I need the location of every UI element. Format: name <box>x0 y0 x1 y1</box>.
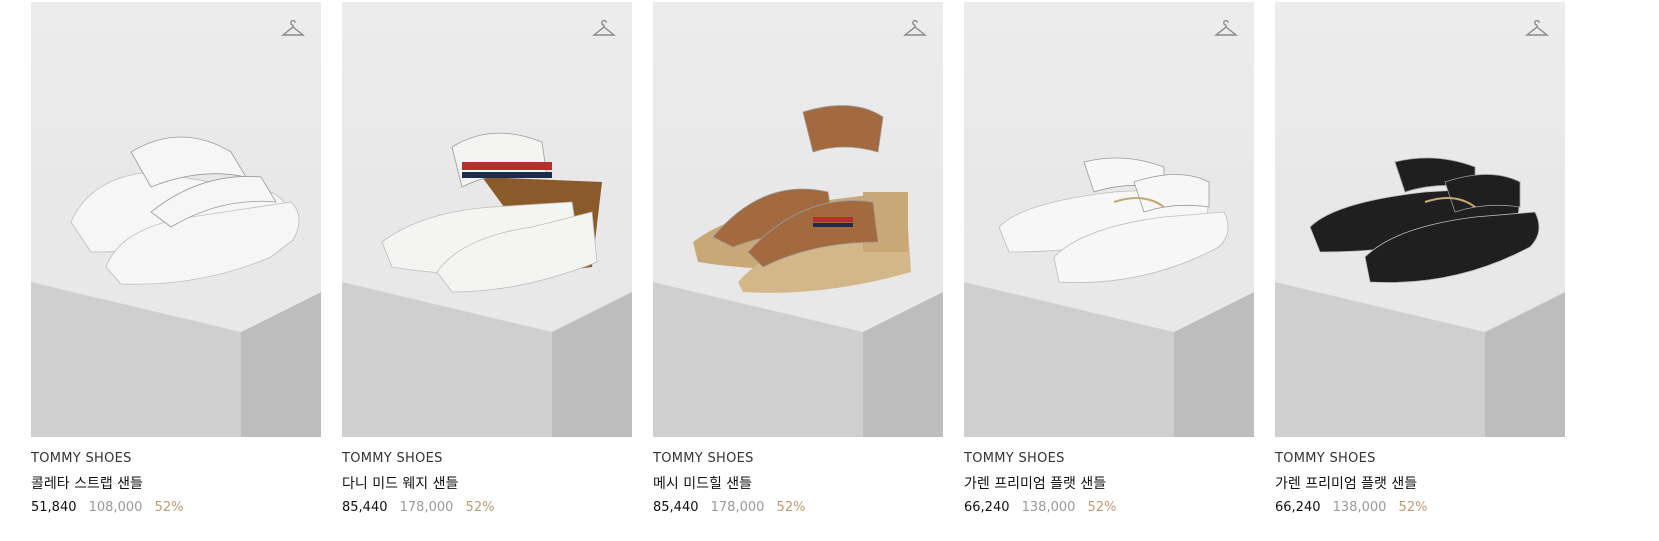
discount-rate: 52% <box>1087 500 1117 515</box>
shoe-illustration <box>70 136 300 285</box>
hanger-icon[interactable] <box>281 18 305 42</box>
discount-rate: 52% <box>1398 500 1428 515</box>
original-price: 138,000 <box>1021 500 1076 515</box>
product-name[interactable]: 콜레타 스트랩 샌들 <box>31 473 321 493</box>
product-card[interactable]: TOMMY SHOES 가렌 프리미엄 플랫 샌들 66,240 138,000… <box>1275 2 1565 515</box>
discount-rate: 52% <box>154 500 184 515</box>
hanger-icon[interactable] <box>1525 18 1549 42</box>
price-row: 85,440 178,000 52% <box>342 500 632 515</box>
price-row: 85,440 178,000 52% <box>653 500 943 515</box>
product-brand[interactable]: TOMMY SHOES <box>653 451 943 466</box>
product-image[interactable] <box>1275 2 1565 437</box>
hanger-icon[interactable] <box>592 18 616 42</box>
product-grid: TOMMY SHOES 콜레타 스트랩 샌들 51,840 108,000 52… <box>31 2 1565 515</box>
product-image[interactable] <box>342 2 632 437</box>
sale-price: 66,240 <box>964 500 1010 515</box>
sale-price: 66,240 <box>1275 500 1321 515</box>
hanger-icon[interactable] <box>1214 18 1238 42</box>
product-name[interactable]: 메시 미드힐 샌들 <box>653 473 943 493</box>
price-row: 51,840 108,000 52% <box>31 500 321 515</box>
product-name[interactable]: 가렌 프리미엄 플랫 샌들 <box>964 473 1254 493</box>
shoe-illustration <box>1309 157 1540 283</box>
discount-rate: 52% <box>465 500 495 515</box>
product-image[interactable] <box>653 2 943 437</box>
product-name[interactable]: 다니 미드 웨지 샌들 <box>342 473 632 493</box>
original-price: 138,000 <box>1332 500 1387 515</box>
original-price: 178,000 <box>399 500 454 515</box>
price-row: 66,240 138,000 52% <box>964 500 1254 515</box>
product-brand[interactable]: TOMMY SHOES <box>964 451 1254 466</box>
product-card[interactable]: TOMMY SHOES 다니 미드 웨지 샌들 85,440 178,000 5… <box>342 2 632 515</box>
sale-price: 85,440 <box>653 500 699 515</box>
sale-price: 85,440 <box>342 500 388 515</box>
price-row: 66,240 138,000 52% <box>1275 500 1565 515</box>
product-card[interactable]: TOMMY SHOES 콜레타 스트랩 샌들 51,840 108,000 52… <box>31 2 321 515</box>
discount-rate: 52% <box>776 500 806 515</box>
shoe-illustration <box>693 105 911 293</box>
product-brand[interactable]: TOMMY SHOES <box>31 451 321 466</box>
product-image[interactable] <box>31 2 321 437</box>
product-image[interactable] <box>964 2 1254 437</box>
product-card[interactable]: TOMMY SHOES 가렌 프리미엄 플랫 샌들 66,240 138,000… <box>964 2 1254 515</box>
product-brand[interactable]: TOMMY SHOES <box>342 451 632 466</box>
product-brand[interactable]: TOMMY SHOES <box>1275 451 1565 466</box>
product-name[interactable]: 가렌 프리미엄 플랫 샌들 <box>1275 473 1565 493</box>
product-card[interactable]: TOMMY SHOES 메시 미드힐 샌들 85,440 178,000 52% <box>653 2 943 515</box>
original-price: 108,000 <box>88 500 143 515</box>
sale-price: 51,840 <box>31 500 77 515</box>
shoe-illustration <box>381 132 602 293</box>
original-price: 178,000 <box>710 500 765 515</box>
hanger-icon[interactable] <box>903 18 927 42</box>
shoe-illustration <box>998 157 1229 283</box>
